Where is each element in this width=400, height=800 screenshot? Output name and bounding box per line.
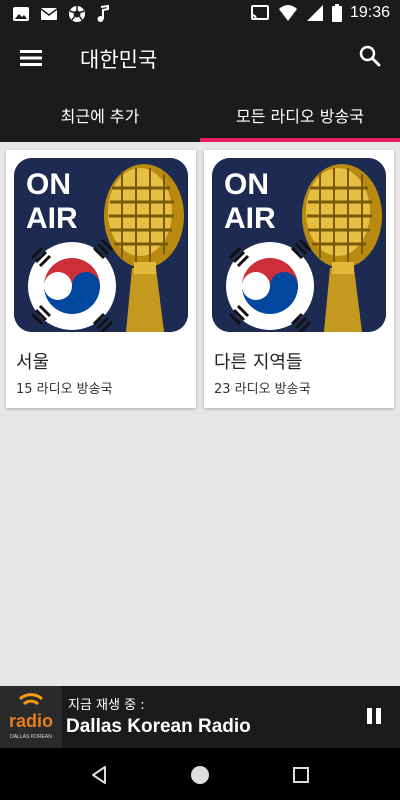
status-time: 19:36 [349, 4, 390, 21]
recents-icon [293, 767, 309, 783]
now-playing-bar[interactable]: radio DALLAS KOREAN 지금 재생 중 : Dallas Kor… [0, 686, 400, 748]
pause-button[interactable] [364, 706, 384, 726]
aperture-icon [69, 6, 85, 22]
menu-icon [20, 50, 42, 66]
now-playing-label: 지금 재생 중 : [68, 698, 145, 713]
category-grid: ON AIR 서울 15 라디오 방송국 ON AIR 다른 지역들 23 라디… [0, 142, 400, 682]
on-air-artwork: ON AIR [212, 158, 386, 332]
page-title: 대한민국 [80, 48, 158, 72]
on-air-text-air: AIR [26, 202, 78, 235]
card-title: 다른 지역들 [214, 352, 303, 373]
category-card-other-regions[interactable]: ON AIR 다른 지역들 23 라디오 방송국 [204, 150, 394, 408]
on-air-artwork: ON AIR [14, 158, 188, 332]
on-air-illustration: ON AIR [212, 158, 386, 332]
battery-icon [331, 4, 342, 22]
logo-subtext: DALLAS KOREAN [10, 734, 52, 740]
home-button[interactable] [189, 764, 211, 786]
station-logo: radio DALLAS KOREAN [0, 686, 62, 748]
back-icon [92, 766, 106, 784]
card-title: 서울 [16, 352, 50, 373]
wifi-icon [278, 5, 297, 21]
tab-recently-added[interactable]: 최근에 추가 [0, 88, 200, 142]
back-button[interactable] [88, 764, 110, 786]
on-air-illustration: ON AIR [14, 158, 188, 332]
photo-icon [13, 7, 29, 21]
logo-text: radio [9, 711, 53, 731]
tab-all-stations[interactable]: 모든 라디오 방송국 [200, 88, 400, 142]
card-station-count: 15 라디오 방송국 [16, 382, 113, 397]
notification-icons [12, 5, 110, 23]
system-nav-bar [0, 748, 400, 800]
on-air-text-on: ON [224, 168, 269, 201]
cast-icon [250, 5, 269, 20]
system-icons: 19:36 [250, 4, 390, 22]
card-station-count: 23 라디오 방송국 [214, 382, 311, 397]
tab-bar: 최근에 추가 모든 라디오 방송국 [0, 88, 400, 142]
search-icon [359, 45, 381, 67]
on-air-text-air: AIR [224, 202, 276, 235]
home-icon [191, 766, 209, 784]
app-bar: 대한민국 [0, 28, 400, 88]
recents-button[interactable] [290, 764, 312, 786]
mail-icon [40, 8, 58, 20]
signal-icon [306, 5, 323, 21]
on-air-text-on: ON [26, 168, 71, 201]
pause-icon [367, 708, 381, 724]
radio-logo-icon: radio DALLAS KOREAN [0, 686, 62, 748]
music-note-icon [97, 5, 109, 22]
station-name: Dallas Korean Radio [66, 716, 251, 737]
search-button[interactable] [358, 44, 382, 68]
status-bar: 19:36 [0, 0, 400, 28]
category-card-seoul[interactable]: ON AIR 서울 15 라디오 방송국 [6, 150, 196, 408]
menu-button[interactable] [16, 44, 46, 72]
